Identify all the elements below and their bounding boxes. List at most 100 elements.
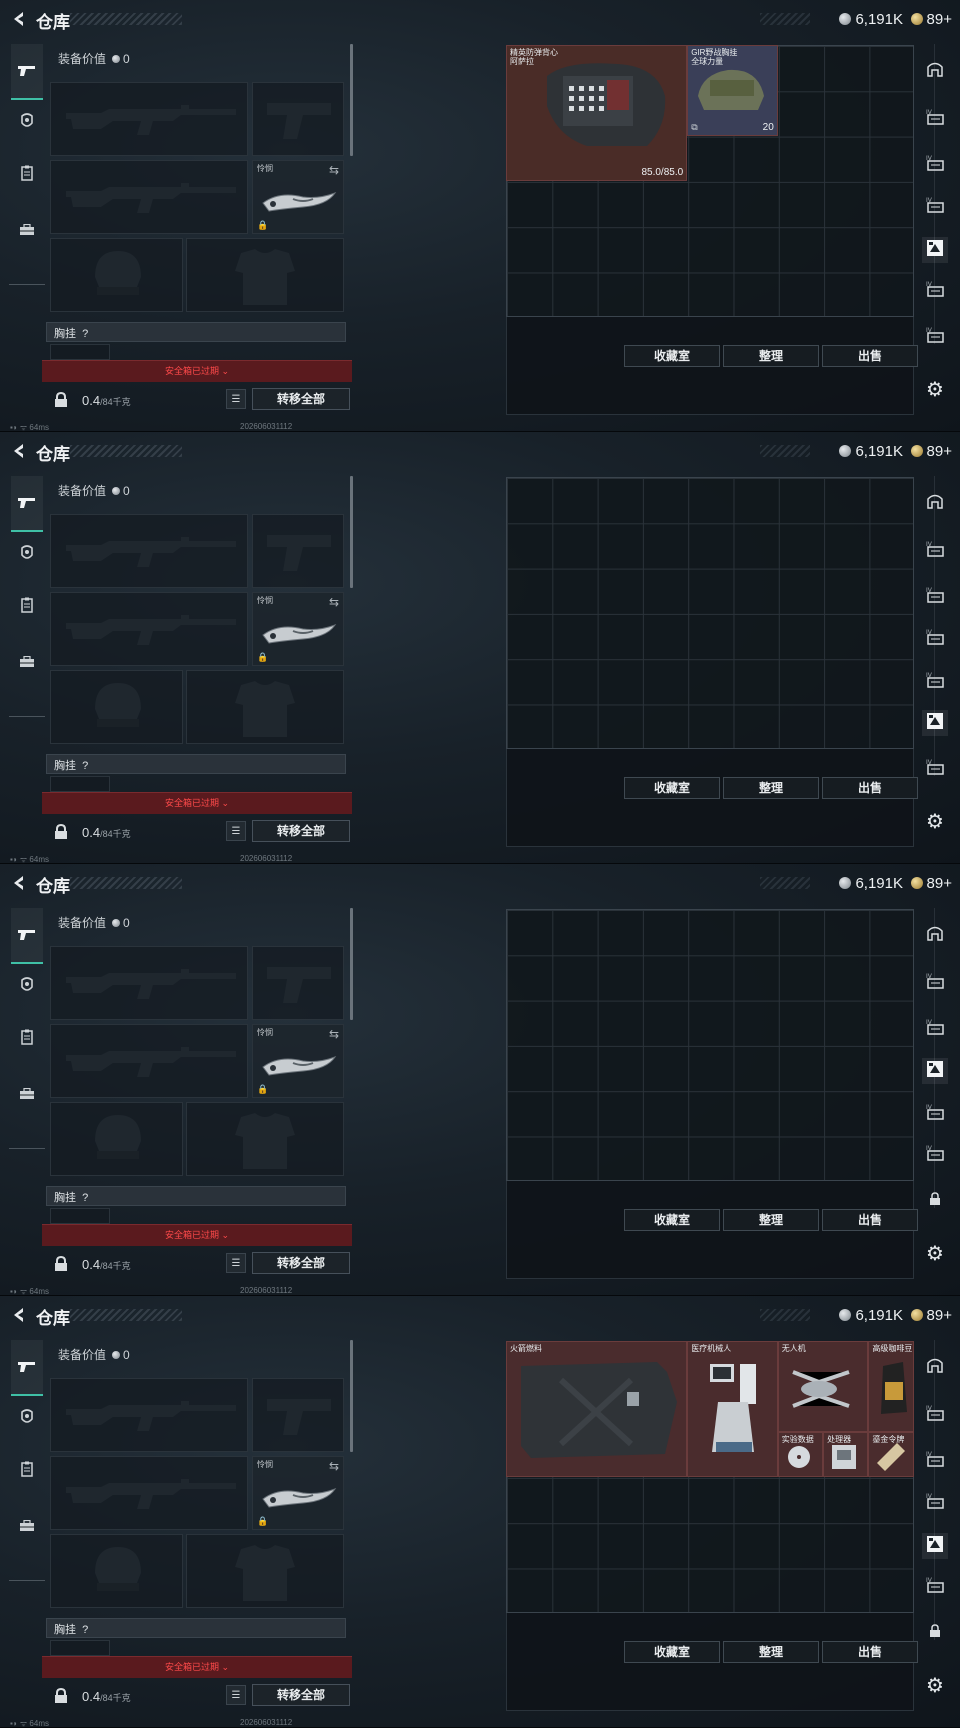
stash-item-robot[interactable]: 医疗机械人 xyxy=(687,1341,778,1477)
nav-tab-case[interactable] xyxy=(12,647,42,677)
armor-tab-button[interactable] xyxy=(922,58,948,84)
secondary-weapon-slot[interactable] xyxy=(50,592,248,666)
nav-tab-clipboard[interactable] xyxy=(12,1022,42,1052)
nav-tab-weapons[interactable] xyxy=(11,44,43,100)
lock-tab-button[interactable] xyxy=(922,1188,948,1214)
nav-tab-armor[interactable] xyxy=(12,970,42,1000)
transfer-all-button[interactable]: 转移全部 xyxy=(252,1252,350,1274)
safe-box-expired-bar[interactable]: 安全箱已过期 ⌄ xyxy=(42,360,352,382)
nav-tab-armor[interactable] xyxy=(12,106,42,136)
tier3-tab-button[interactable]: IV xyxy=(922,970,948,996)
helmet-slot[interactable] xyxy=(50,1102,183,1176)
stash-item-card[interactable]: 鎏金令牌 xyxy=(868,1431,914,1477)
pistol-slot[interactable] xyxy=(252,82,344,156)
rig-slot-partial[interactable] xyxy=(50,1640,110,1656)
silver-currency[interactable]: 6,191K xyxy=(839,441,903,461)
tier4-tab-button[interactable]: IV xyxy=(922,1142,948,1168)
pistol-slot[interactable] xyxy=(252,946,344,1020)
pistol-slot[interactable] xyxy=(252,514,344,588)
tier3-tab-button[interactable]: IV xyxy=(922,626,948,652)
gold-currency[interactable]: 89+ xyxy=(910,1305,952,1325)
silver-currency[interactable]: 6,191K xyxy=(839,9,903,29)
transfer-all-button[interactable]: 转移全部 xyxy=(252,1684,350,1706)
active-grid-tab-button[interactable] xyxy=(922,710,948,736)
list-view-button[interactable]: ☰ xyxy=(226,1685,246,1705)
body-armor-slot[interactable] xyxy=(186,1102,344,1176)
equipment-scrollbar[interactable] xyxy=(350,44,353,156)
rig-slot-partial[interactable] xyxy=(50,344,110,360)
tier4-plus-tab-button[interactable]: IV xyxy=(922,152,948,178)
swap-icon[interactable]: ⇆ xyxy=(329,1459,339,1473)
swap-icon[interactable]: ⇆ xyxy=(329,1027,339,1041)
gold-currency[interactable]: 89+ xyxy=(910,9,952,29)
silver-currency[interactable]: 6,191K xyxy=(839,1305,903,1325)
gear-icon[interactable]: ⚙ xyxy=(924,1243,946,1265)
gear-icon[interactable]: ⚙ xyxy=(924,379,946,401)
melee-slot[interactable]: 怜悯 ⇆ 🔒 xyxy=(252,592,344,666)
sort-button[interactable]: 整理 xyxy=(723,1209,819,1231)
sort-button[interactable]: 整理 xyxy=(723,345,819,367)
list-view-button[interactable]: ☰ xyxy=(226,1253,246,1273)
nav-tab-armor[interactable] xyxy=(12,538,42,568)
back-arrow-icon[interactable] xyxy=(10,442,28,460)
pistol-slot[interactable] xyxy=(252,1378,344,1452)
melee-slot[interactable]: 怜悯 ⇆ 🔒 xyxy=(252,160,344,234)
helmet-slot[interactable] xyxy=(50,670,183,744)
tier4-plus-tab-button[interactable]: IV xyxy=(922,1448,948,1474)
active-grid-tab-button[interactable] xyxy=(922,237,948,263)
stash-grid[interactable] xyxy=(506,909,914,1181)
equipment-scrollbar[interactable] xyxy=(350,908,353,1020)
primary-weapon-slot[interactable] xyxy=(50,946,248,1020)
secondary-weapon-slot[interactable] xyxy=(50,160,248,234)
primary-weapon-slot[interactable] xyxy=(50,1378,248,1452)
nav-tab-case[interactable] xyxy=(12,1079,42,1109)
stash-grid[interactable] xyxy=(506,477,914,749)
chest-rig-row[interactable]: 胸挂 ? xyxy=(46,1618,346,1638)
collection-room-button[interactable]: 收藏室 xyxy=(624,777,720,799)
tier5-tab-button[interactable]: IV xyxy=(922,1101,948,1127)
collection-room-button[interactable]: 收藏室 xyxy=(624,345,720,367)
nav-tab-clipboard[interactable] xyxy=(12,590,42,620)
helmet-slot[interactable] xyxy=(50,1534,183,1608)
tier4-tab-button[interactable]: IV xyxy=(922,1402,948,1428)
stash-item-disc[interactable]: 实验数据 xyxy=(777,1431,824,1477)
stash-item-coffee[interactable]: 高级咖啡豆 xyxy=(868,1341,914,1432)
stash-item-vest[interactable]: 精英防弹背心 阿萨拉 85.0/85.0 xyxy=(506,45,688,181)
transfer-all-button[interactable]: 转移全部 xyxy=(252,820,350,842)
swap-icon[interactable]: ⇆ xyxy=(329,595,339,609)
sort-button[interactable]: 整理 xyxy=(723,777,819,799)
nav-tab-case[interactable] xyxy=(12,215,42,245)
collection-room-button[interactable]: 收藏室 xyxy=(624,1641,720,1663)
safe-box-expired-bar[interactable]: 安全箱已过期 ⌄ xyxy=(42,1224,352,1246)
chest-rig-row[interactable]: 胸挂 ? xyxy=(46,1186,346,1206)
nav-tab-clipboard[interactable] xyxy=(12,1454,42,1484)
body-armor-slot[interactable] xyxy=(186,1534,344,1608)
tier4-tab-button[interactable]: IV xyxy=(922,106,948,132)
stash-item-rig[interactable]: GIR野战胸挂 全球力量 ⧉ 20 xyxy=(687,45,778,136)
chest-rig-row[interactable]: 胸挂 ? xyxy=(46,322,346,342)
nav-tab-armor[interactable] xyxy=(12,1402,42,1432)
body-armor-slot[interactable] xyxy=(186,670,344,744)
equipment-scrollbar[interactable] xyxy=(350,1340,353,1452)
tier3-grid-tab-button[interactable]: IV xyxy=(922,1016,948,1042)
melee-slot[interactable]: 怜悯 ⇆ 🔒 xyxy=(252,1456,344,1530)
sell-button[interactable]: 出售 xyxy=(822,1209,918,1231)
armor-tab-button[interactable] xyxy=(922,922,948,948)
tier4-grid-tab-button[interactable]: IV xyxy=(922,1574,948,1600)
sort-button[interactable]: 整理 xyxy=(723,1641,819,1663)
armor-tab-button[interactable] xyxy=(922,1354,948,1380)
sell-button[interactable]: 出售 xyxy=(822,1641,918,1663)
back-arrow-icon[interactable] xyxy=(10,874,28,892)
stash-item-fuel[interactable]: 火箭燃料 xyxy=(506,1341,688,1477)
nav-tab-weapons[interactable] xyxy=(11,908,43,964)
stash-item-cpu[interactable]: 处理器 xyxy=(823,1431,869,1477)
secondary-weapon-slot[interactable] xyxy=(50,1024,248,1098)
equipment-scrollbar[interactable] xyxy=(350,476,353,588)
nav-tab-weapons[interactable] xyxy=(11,476,43,532)
melee-slot[interactable]: 怜悯 ⇆ 🔒 xyxy=(252,1024,344,1098)
tier3-tab-button[interactable]: IV xyxy=(922,1490,948,1516)
tier4-plus-tab-button[interactable]: IV xyxy=(922,584,948,610)
nav-tab-case[interactable] xyxy=(12,1511,42,1541)
helmet-slot[interactable] xyxy=(50,238,183,312)
rig-slot-partial[interactable] xyxy=(50,1208,110,1224)
